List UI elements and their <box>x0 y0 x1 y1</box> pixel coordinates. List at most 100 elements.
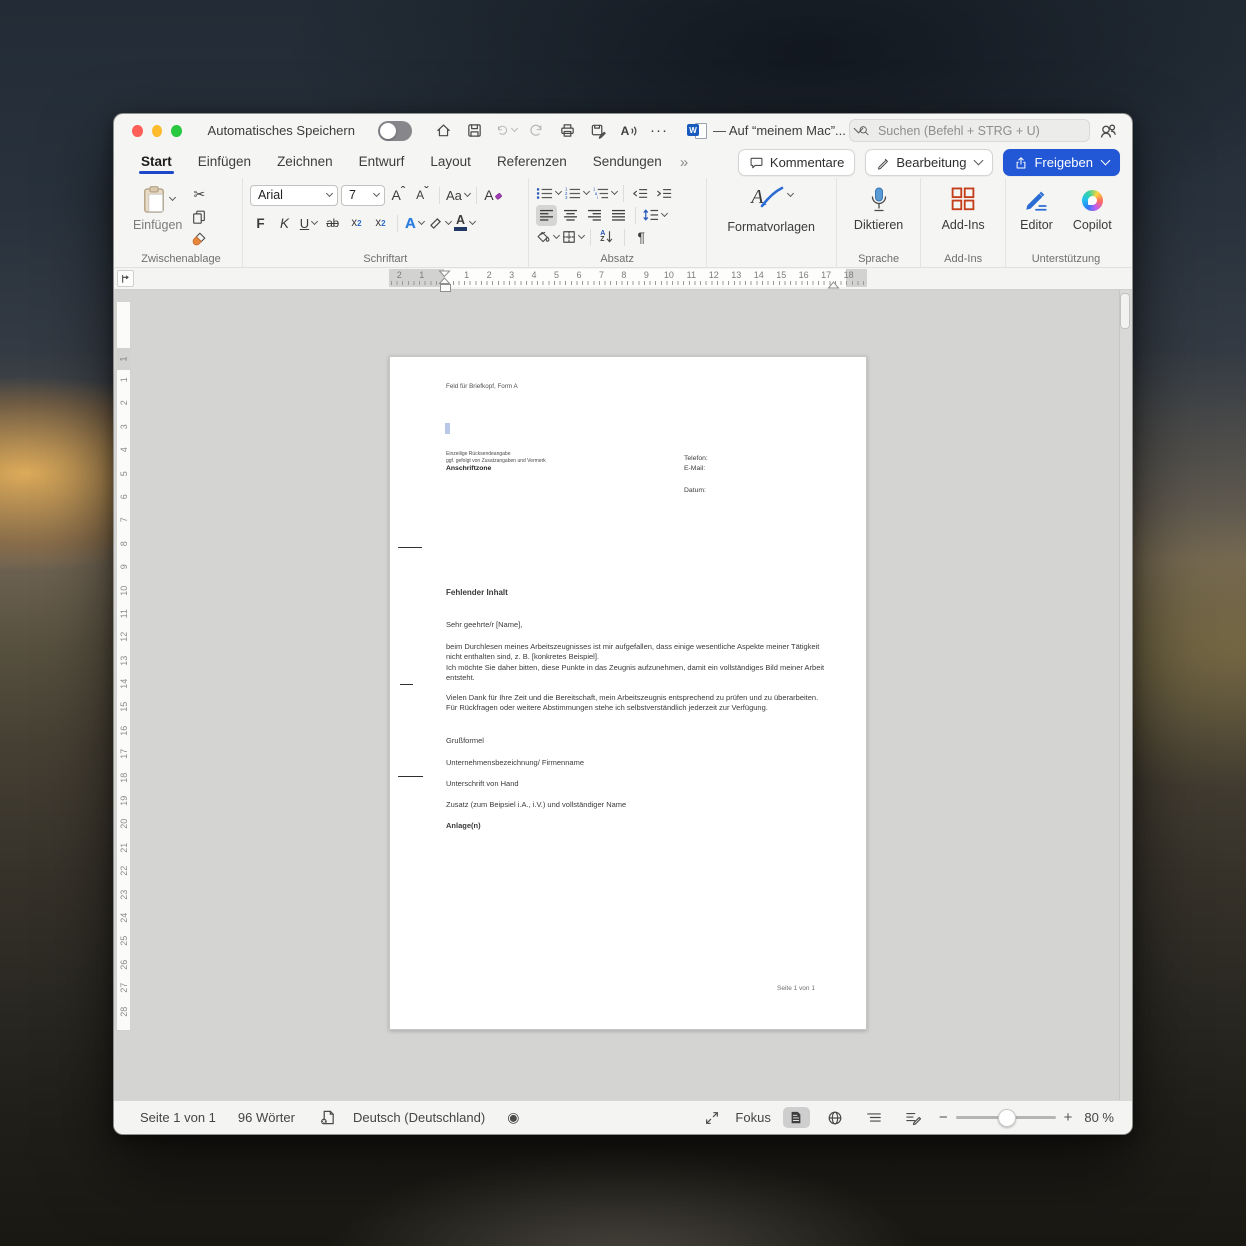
bullets-button[interactable] <box>536 183 562 204</box>
copilot-button[interactable]: Copilot <box>1067 183 1118 234</box>
grow-font-button[interactable]: Aˆ <box>388 183 409 206</box>
undo-button[interactable] <box>495 121 519 140</box>
pilcrow-button[interactable]: ¶ <box>631 227 652 248</box>
vertical-ruler[interactable]: 1 1 2 3 4 5 6 7 8 9 10 11 12 13 14 15 16 17 18 19 20 21 22 23 2… <box>116 301 131 1031</box>
zoom-percentage[interactable]: 80 % <box>1084 1110 1114 1125</box>
status-language[interactable]: Deutsch (Deutschland) <box>353 1110 485 1125</box>
change-case-button[interactable]: Aa <box>446 185 471 206</box>
web-layout-view-button[interactable] <box>822 1107 849 1128</box>
highlight-button[interactable] <box>428 213 452 234</box>
paste-button[interactable]: Einfügen <box>127 183 188 248</box>
font-name-select[interactable]: Arial <box>249 184 338 206</box>
editor-button[interactable]: Editor <box>1014 183 1059 234</box>
bold-button[interactable]: F <box>250 213 271 234</box>
borders-button[interactable] <box>562 227 585 248</box>
horizontal-ruler[interactable]: 2 1 1 2 3 4 5 6 7 8 9 10 11 12 13 14 15 16 17 18 <box>114 268 1132 292</box>
line-spacing-chevron-icon <box>660 209 668 217</box>
save-button[interactable] <box>464 121 486 140</box>
autosave-toggle[interactable] <box>377 120 412 141</box>
zoom-out-button[interactable]: − <box>939 1109 948 1126</box>
zoom-slider[interactable] <box>955 1109 1056 1127</box>
tab-layout[interactable]: Layout <box>430 150 471 176</box>
tab-entwurf[interactable]: Entwurf <box>359 150 405 176</box>
search-box[interactable] <box>849 119 1090 142</box>
italic-button[interactable]: K <box>274 213 295 234</box>
focus-mode-label[interactable]: Fokus <box>735 1110 770 1125</box>
read-aloud-button[interactable]: A <box>619 121 641 140</box>
outline-view-button[interactable] <box>861 1107 888 1128</box>
align-left-button[interactable] <box>535 204 557 226</box>
dictate-button[interactable]: Diktieren <box>848 183 909 234</box>
minimize-window-button[interactable] <box>151 124 163 137</box>
line-spacing-button[interactable] <box>642 205 668 226</box>
font-size-select[interactable]: 7 <box>340 184 385 206</box>
scrollbar-thumb[interactable] <box>1120 293 1130 329</box>
vertical-ruler-margin-number: 1 <box>118 356 129 362</box>
align-center-button[interactable] <box>560 205 581 226</box>
tab-start[interactable]: Start <box>139 150 174 176</box>
left-indent-marker[interactable] <box>440 284 451 292</box>
save-as-button[interactable] <box>588 121 610 140</box>
document-canvas[interactable]: 1 1 2 3 4 5 6 7 8 9 10 11 12 13 14 15 16 17 18 19 20 21 22 23 2… <box>114 290 1132 1100</box>
underline-button[interactable]: U <box>298 213 319 234</box>
search-input[interactable] <box>875 122 1081 139</box>
tabs-overflow-icon[interactable]: » <box>680 154 688 171</box>
styles-button[interactable]: A Formatvorlagen <box>721 183 821 236</box>
document-title-menu[interactable]: W — Auf “meinem Mac”... <box>686 122 864 139</box>
ruler-number: 3 <box>509 270 515 280</box>
status-page-count[interactable]: Seite 1 von 1 <box>140 1110 216 1125</box>
text-effects-button[interactable]: A <box>404 213 425 234</box>
addins-button[interactable]: Add-Ins <box>936 183 991 234</box>
more-commands-icon[interactable]: ··· <box>650 123 668 138</box>
zoom-window-button[interactable] <box>171 124 182 137</box>
zoom-slider-thumb[interactable] <box>997 1109 1016 1127</box>
tab-sendungen[interactable]: Sendungen <box>593 150 662 176</box>
shading-button[interactable] <box>536 227 560 248</box>
comment-bubble-icon <box>750 157 763 169</box>
comments-button[interactable]: Kommentare <box>737 149 856 176</box>
strikethrough-button[interactable]: ab <box>322 213 343 234</box>
print-button[interactable] <box>557 121 579 140</box>
close-window-button[interactable] <box>132 124 143 137</box>
tab-einfuegen[interactable]: Einfügen <box>198 150 251 176</box>
zoom-in-button[interactable]: + <box>1064 1109 1073 1126</box>
numbering-button[interactable]: 123 <box>564 183 590 204</box>
print-layout-view-button[interactable] <box>782 1107 810 1128</box>
home-button[interactable] <box>433 121 455 140</box>
spellcheck-status-button[interactable] <box>317 1108 339 1127</box>
tab-stop-selector[interactable] <box>117 270 134 287</box>
bullets-chevron-icon <box>554 187 562 195</box>
sort-button[interactable]: A Z <box>597 227 618 248</box>
superscript-button[interactable]: x2 <box>370 213 391 234</box>
format-painter-button[interactable] <box>188 229 210 248</box>
ruler-number: 25 <box>118 936 129 947</box>
undo-dropdown-chevron[interactable] <box>510 124 519 133</box>
subscript-button[interactable]: x2 <box>346 213 367 234</box>
redo-button[interactable] <box>526 121 548 140</box>
copy-button[interactable] <box>188 207 210 226</box>
draft-view-button[interactable] <box>900 1107 927 1128</box>
document-page[interactable]: Feld für Briefkopf, Form A Einzeilige Rü… <box>389 356 867 1030</box>
body-paragraph-1b: Ich möchte Sie daher bitten, diese Punkt… <box>446 662 825 682</box>
increase-indent-button[interactable] <box>654 183 675 204</box>
cut-button[interactable]: ✂ <box>188 185 210 204</box>
status-bar: Seite 1 von 1 96 Wörter Deutsch (Deutsch… <box>114 1100 1132 1134</box>
tab-referenzen[interactable]: Referenzen <box>497 150 567 176</box>
font-color-button[interactable]: A <box>453 213 476 234</box>
justify-button[interactable] <box>608 205 629 226</box>
vertical-scrollbar[interactable] <box>1119 290 1132 1100</box>
decrease-indent-button[interactable] <box>630 183 651 204</box>
macro-record-icon[interactable]: ◉ <box>507 1110 519 1126</box>
sort-arrow-icon <box>607 231 613 243</box>
focus-mode-button[interactable] <box>701 1108 723 1127</box>
shrink-font-button[interactable]: Aˇ <box>412 183 433 206</box>
multilevel-list-button[interactable]: 1ai <box>592 183 618 204</box>
ruler-number: 19 <box>118 795 129 806</box>
presence-button[interactable] <box>1099 121 1118 140</box>
status-word-count[interactable]: 96 Wörter <box>238 1110 295 1125</box>
tab-zeichnen[interactable]: Zeichnen <box>277 150 333 176</box>
clear-formatting-button[interactable]: A <box>483 185 504 206</box>
editing-mode-button[interactable]: Bearbeitung <box>865 149 994 176</box>
align-right-button[interactable] <box>584 205 605 226</box>
share-button[interactable]: Freigeben <box>1003 149 1120 176</box>
